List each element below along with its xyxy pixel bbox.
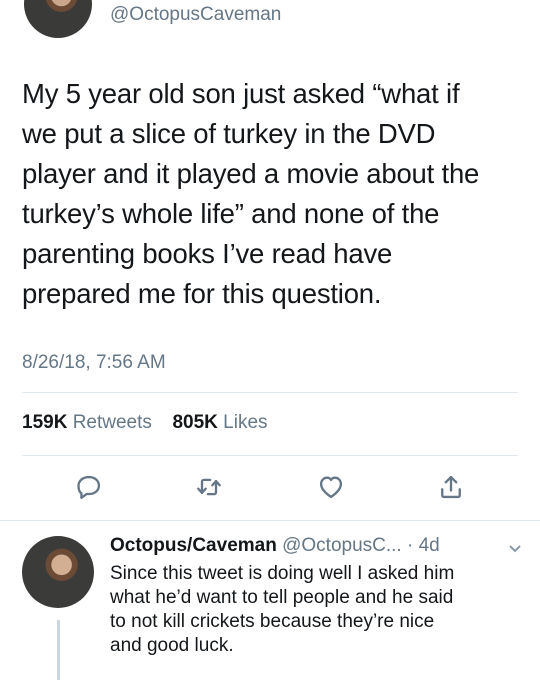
divider xyxy=(22,392,518,393)
retweet-button[interactable] xyxy=(192,470,226,504)
tweet-text: My 5 year old son just asked “what if we… xyxy=(22,78,480,309)
thread-line xyxy=(57,620,60,680)
tweet-action-bar xyxy=(0,464,540,514)
reply-header: Octopus/Caveman @OctopusC... · 4d xyxy=(110,534,530,558)
tweet-author-avatar[interactable] xyxy=(24,0,92,38)
tweet-stats: 159K Retweets 805K Likes xyxy=(22,412,268,434)
retweets-label: Retweets xyxy=(72,412,152,433)
tweet-timestamp[interactable]: 8/26/18, 7:56 AM xyxy=(22,352,166,374)
reply-tweet[interactable]: Octopus/Caveman @OctopusC... · 4d Since … xyxy=(0,522,540,680)
share-button[interactable] xyxy=(434,470,468,504)
likes-count: 805K xyxy=(172,412,218,433)
divider xyxy=(0,520,540,521)
like-icon xyxy=(319,476,343,499)
likes-label: Likes xyxy=(223,412,268,433)
reply-author-avatar[interactable] xyxy=(22,536,94,608)
retweet-icon xyxy=(197,478,221,496)
reply-author-handle[interactable]: @OctopusC... xyxy=(282,535,402,556)
like-button[interactable] xyxy=(314,470,348,504)
reply-time[interactable]: · 4d xyxy=(407,535,440,556)
retweets-count: 159K xyxy=(22,412,68,433)
reply-icon xyxy=(77,475,101,500)
likes-stat[interactable]: 805K Likes xyxy=(172,412,267,433)
reply-text: Since this tweet is doing well I asked h… xyxy=(110,563,455,656)
retweets-stat[interactable]: 159K Retweets xyxy=(22,412,157,433)
tweet-author-handle[interactable]: @OctopusCaveman xyxy=(110,4,281,26)
chevron-down-icon[interactable] xyxy=(508,538,522,553)
divider xyxy=(22,455,518,456)
reply-author-name[interactable]: Octopus/Caveman xyxy=(110,535,277,556)
reply-button[interactable] xyxy=(72,470,106,504)
share-icon xyxy=(441,475,461,499)
